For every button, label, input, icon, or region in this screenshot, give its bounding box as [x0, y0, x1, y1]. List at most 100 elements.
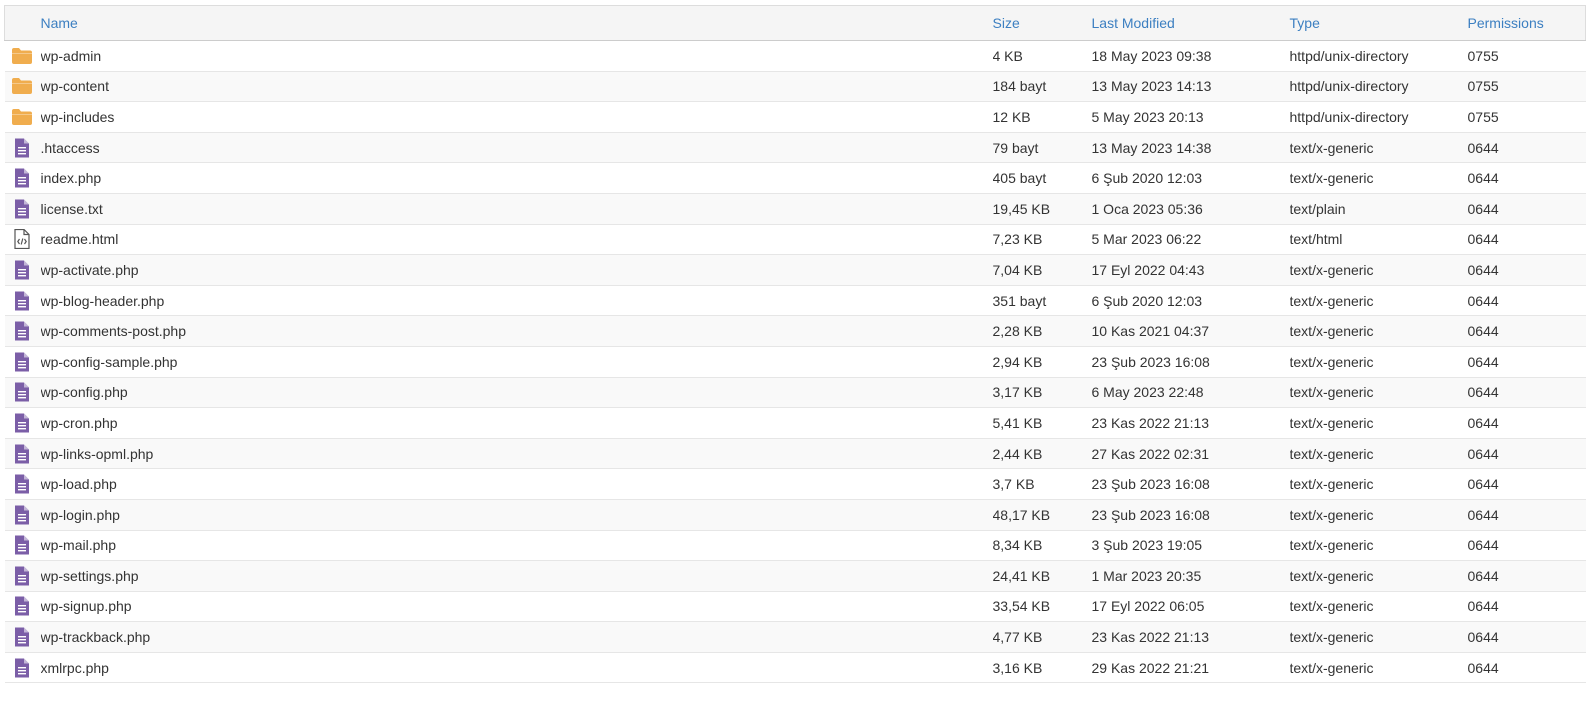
- file-name-cell[interactable]: wp-cron.php: [41, 408, 993, 439]
- column-header-size[interactable]: Size: [992, 5, 1092, 41]
- file-name-cell[interactable]: readme.html: [41, 224, 993, 255]
- file-size: 2,44 KB: [992, 445, 1043, 462]
- file-name[interactable]: wp-content: [41, 78, 109, 94]
- table-row[interactable]: xmlrpc.php 3,16 KB 29 Kas 2022 21:21 tex…: [4, 652, 1586, 683]
- table-row[interactable]: wp-content 184 bayt 13 May 2023 14:13 ht…: [4, 71, 1586, 102]
- file-type: text/x-generic: [1289, 414, 1374, 431]
- table-row[interactable]: wp-settings.php 24,41 KB 1 Mar 2023 20:3…: [4, 560, 1586, 592]
- table-row[interactable]: wp-admin 4 KB 18 May 2023 09:38 httpd/un…: [4, 40, 1586, 72]
- file-name[interactable]: wp-includes: [41, 109, 115, 125]
- file-name-cell[interactable]: wp-activate.php: [41, 255, 993, 286]
- file-name-cell[interactable]: index.php: [41, 163, 993, 194]
- file-name-cell[interactable]: wp-signup.php: [41, 591, 993, 622]
- table-row[interactable]: wp-includes 12 KB 5 May 2023 20:13 httpd…: [4, 101, 1586, 133]
- file-type: text/x-generic: [1289, 537, 1374, 554]
- table-row[interactable]: wp-config-sample.php 2,94 KB 23 Şub 2023…: [4, 346, 1586, 378]
- icon-cell: [5, 530, 41, 561]
- file-list-body: wp-admin 4 KB 18 May 2023 09:38 httpd/un…: [4, 40, 1586, 683]
- file-name[interactable]: wp-settings.php: [41, 568, 139, 584]
- table-row[interactable]: wp-signup.php 33,54 KB 17 Eyl 2022 06:05…: [4, 591, 1586, 622]
- file-name[interactable]: xmlrpc.php: [41, 660, 109, 676]
- file-name[interactable]: wp-load.php: [41, 476, 117, 492]
- file-name[interactable]: wp-comments-post.php: [41, 323, 187, 339]
- file-name[interactable]: wp-links-opml.php: [41, 446, 154, 462]
- file-name[interactable]: wp-activate.php: [41, 262, 139, 278]
- file-last-modified: 5 May 2023 20:13: [1091, 108, 1204, 125]
- file-name-cell[interactable]: wp-trackback.php: [41, 622, 993, 653]
- file-name[interactable]: wp-cron.php: [41, 415, 118, 431]
- file-size: 7,04 KB: [992, 261, 1043, 278]
- folder-icon: [11, 107, 33, 127]
- table-row[interactable]: wp-cron.php 5,41 KB 23 Kas 2022 21:13 te…: [4, 407, 1586, 439]
- table-row[interactable]: wp-load.php 3,7 KB 23 Şub 2023 16:08 tex…: [4, 468, 1586, 500]
- file-name-cell[interactable]: wp-comments-post.php: [41, 316, 993, 347]
- file-last-modified: 13 May 2023 14:13: [1091, 78, 1212, 95]
- file-name-cell[interactable]: xmlrpc.php: [41, 652, 993, 683]
- file-type: text/x-generic: [1289, 323, 1374, 340]
- column-header-type[interactable]: Type: [1289, 5, 1468, 41]
- table-row[interactable]: wp-mail.php 8,34 KB 3 Şub 2023 19:05 tex…: [4, 530, 1586, 561]
- file-last-modified: 27 Kas 2022 02:31: [1091, 445, 1210, 462]
- table-row[interactable]: wp-login.php 48,17 KB 23 Şub 2023 16:08 …: [4, 499, 1586, 530]
- folder-icon: [11, 76, 33, 96]
- file-name[interactable]: wp-blog-header.php: [41, 293, 165, 309]
- file-name-cell[interactable]: wp-login.php: [41, 499, 993, 530]
- file-name[interactable]: .htaccess: [41, 140, 100, 156]
- header-icon-spacer: [4, 5, 41, 41]
- table-row[interactable]: index.php 405 bayt 6 Şub 2020 12:03 text…: [4, 162, 1586, 194]
- file-name[interactable]: index.php: [41, 170, 102, 186]
- file-last-modified: 23 Şub 2023 16:08: [1091, 476, 1210, 493]
- file-code-icon: [11, 229, 33, 250]
- icon-cell: [5, 132, 41, 163]
- table-row[interactable]: wp-links-opml.php 2,44 KB 27 Kas 2022 02…: [4, 438, 1586, 469]
- table-header: Name Size Last Modified Type Permissions: [4, 5, 1586, 41]
- column-header-permissions[interactable]: Permissions: [1467, 5, 1586, 41]
- table-row[interactable]: wp-trackback.php 4,77 KB 23 Kas 2022 21:…: [4, 621, 1586, 653]
- file-last-modified: 23 Kas 2022 21:13: [1091, 414, 1210, 431]
- file-permissions: 0644: [1467, 506, 1499, 523]
- file-text-icon: [11, 474, 33, 494]
- table-row[interactable]: .htaccess 79 bayt 13 May 2023 14:38 text…: [4, 132, 1586, 163]
- file-size: 3,17 KB: [992, 384, 1043, 401]
- file-name-cell[interactable]: wp-config.php: [41, 377, 993, 408]
- file-name[interactable]: wp-mail.php: [41, 537, 116, 553]
- file-name[interactable]: wp-admin: [41, 48, 102, 64]
- file-text-icon: [11, 138, 33, 158]
- file-type: text/x-generic: [1289, 659, 1374, 676]
- file-name-cell[interactable]: wp-includes: [41, 102, 993, 133]
- file-permissions: 0644: [1467, 170, 1499, 187]
- file-text-icon: [11, 199, 33, 219]
- file-name-cell[interactable]: license.txt: [41, 193, 993, 224]
- table-row[interactable]: wp-comments-post.php 2,28 KB 10 Kas 2021…: [4, 315, 1586, 347]
- table-row[interactable]: wp-activate.php 7,04 KB 17 Eyl 2022 04:4…: [4, 254, 1586, 286]
- column-header-last-modified[interactable]: Last Modified: [1091, 5, 1290, 41]
- file-name-cell[interactable]: wp-mail.php: [41, 530, 993, 561]
- file-name[interactable]: wp-trackback.php: [41, 629, 151, 645]
- file-name[interactable]: wp-login.php: [41, 507, 120, 523]
- file-name-cell[interactable]: wp-load.php: [41, 469, 993, 500]
- file-name-cell[interactable]: wp-config-sample.php: [41, 346, 993, 377]
- file-permissions: 0644: [1467, 292, 1499, 309]
- table-row[interactable]: readme.html 7,23 KB 5 Mar 2023 06:22 tex…: [4, 224, 1586, 255]
- file-name[interactable]: readme.html: [41, 231, 119, 247]
- file-name-cell[interactable]: wp-blog-header.php: [41, 285, 993, 316]
- table-row[interactable]: wp-config.php 3,17 KB 6 May 2023 22:48 t…: [4, 377, 1586, 408]
- file-name[interactable]: wp-signup.php: [41, 598, 132, 614]
- file-name-cell[interactable]: wp-content: [41, 71, 993, 102]
- icon-cell: [5, 224, 41, 255]
- file-name[interactable]: wp-config.php: [41, 384, 128, 400]
- file-last-modified: 29 Kas 2022 21:21: [1091, 659, 1210, 676]
- file-name[interactable]: wp-config-sample.php: [41, 354, 178, 370]
- file-last-modified: 1 Mar 2023 20:35: [1091, 567, 1202, 584]
- icon-cell: [5, 163, 41, 194]
- file-type: text/x-generic: [1289, 139, 1374, 156]
- column-header-name[interactable]: Name: [40, 5, 993, 41]
- file-name-cell[interactable]: .htaccess: [41, 132, 993, 163]
- file-permissions: 0644: [1467, 537, 1499, 554]
- file-name[interactable]: license.txt: [41, 201, 103, 217]
- file-name-cell[interactable]: wp-links-opml.php: [41, 438, 993, 469]
- file-name-cell[interactable]: wp-admin: [41, 41, 993, 72]
- file-name-cell[interactable]: wp-settings.php: [41, 561, 993, 592]
- table-row[interactable]: license.txt 19,45 KB 1 Oca 2023 05:36 te…: [4, 193, 1586, 225]
- table-row[interactable]: wp-blog-header.php 351 bayt 6 Şub 2020 1…: [4, 285, 1586, 316]
